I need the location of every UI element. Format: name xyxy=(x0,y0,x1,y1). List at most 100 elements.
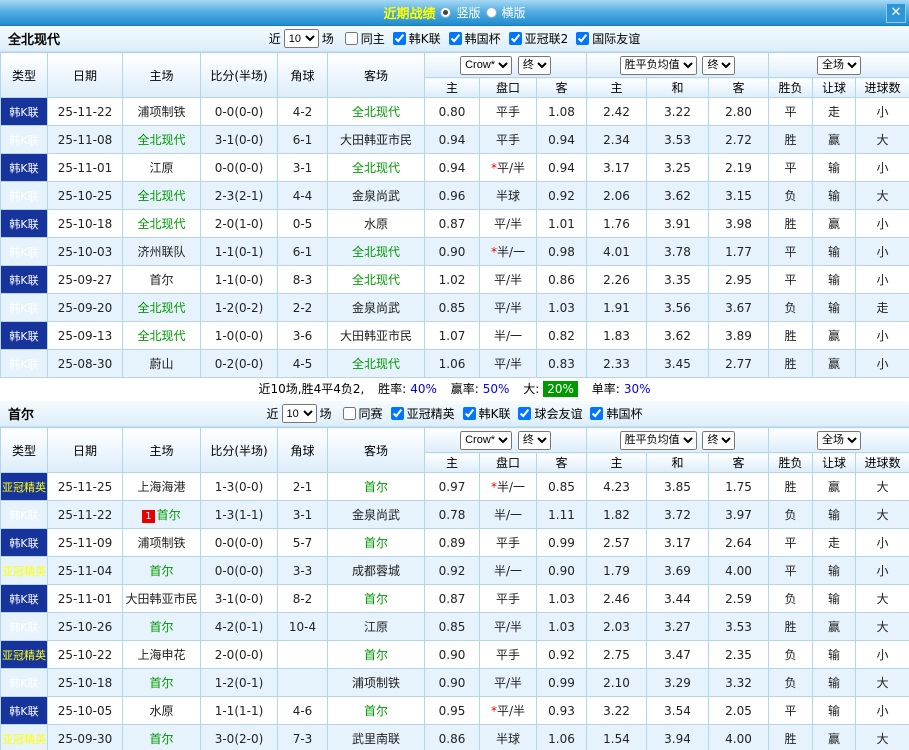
ah-away-odds-cell: 0.99 xyxy=(535,528,588,557)
checkbox-input[interactable] xyxy=(518,407,532,420)
checkbox-input[interactable] xyxy=(448,32,462,45)
filter-checkbox[interactable]: 韩国杯 xyxy=(448,30,501,47)
match-row: 韩K联 25-09-27 首尔 1-1(0-0) 8-3 全北现代 1.02 平/半 0.86 2… xyxy=(0,265,909,294)
away-team-name: 成都蓉城 xyxy=(351,564,400,578)
goals-result-cell: 小 xyxy=(855,237,909,266)
score-cell: 2-0(0-0) xyxy=(200,640,278,669)
ah-away-odds-cell: 0.85 xyxy=(535,472,588,501)
away-team-name: 全北现代 xyxy=(351,273,400,287)
euro-odds-group-header: 胜平负均值 终 xyxy=(586,52,770,78)
score-cell: 1-3(1-1) xyxy=(200,500,278,529)
bookmaker-select[interactable]: Crow* xyxy=(460,430,513,450)
euro-odds-group-header: 胜平负均值 终 xyxy=(586,427,770,453)
checkbox-input[interactable] xyxy=(392,32,406,45)
col-header-away: 客场 xyxy=(327,427,425,473)
corner-cell: 7-3 xyxy=(277,724,328,750)
euro-avg-select[interactable]: 胜平负均值 xyxy=(619,55,697,75)
filter-checkbox[interactable]: 球会友谊 xyxy=(518,405,582,422)
ah-home-odds-cell: 0.90 xyxy=(424,640,480,669)
league-cell: 韩K联 xyxy=(0,612,48,641)
handicap-result-cell: 输 xyxy=(812,153,857,182)
euro-avg-select[interactable]: 胜平负均值 xyxy=(619,430,697,450)
league-cell: 亚冠精英 xyxy=(0,724,48,750)
ah-line-cell: 平手 xyxy=(479,528,537,557)
ah-away-odds-cell: 0.90 xyxy=(535,556,588,585)
horizontal-layout-label[interactable]: 横版 xyxy=(502,4,526,21)
euro-final-select[interactable]: 终 xyxy=(702,430,736,450)
home-team-name: 上海申花 xyxy=(137,648,186,662)
ah-home-odds-cell: 1.02 xyxy=(424,265,480,294)
league-cell: 亚冠精英 xyxy=(0,640,48,669)
ah-away-odds-cell: 1.11 xyxy=(535,500,588,529)
filter-checkbox[interactable]: 亚冠联2 xyxy=(508,30,568,47)
filter-checkbox[interactable]: 国际友谊 xyxy=(576,30,640,47)
score-cell: 1-1(1-1) xyxy=(200,696,278,725)
checkbox-input[interactable] xyxy=(462,407,476,420)
goals-result-cell: 大 xyxy=(855,472,909,501)
profit-rate-value: 50% xyxy=(482,382,510,396)
bookmaker-select[interactable]: Crow* xyxy=(460,55,513,75)
result-group-header: 全场 xyxy=(768,427,909,453)
eu-home-odds-cell: 4.01 xyxy=(586,237,648,266)
ah-final-select[interactable]: 终 xyxy=(517,430,551,450)
vertical-layout-radio[interactable] xyxy=(440,7,452,18)
away-team-cell: 武里南联 xyxy=(327,724,425,750)
checkbox-input[interactable] xyxy=(390,407,404,420)
match-row: 韩K联 25-11-09 浦项制铁 0-0(0-0) 5-7 首尔 0.89 平手 0.99 2.… xyxy=(0,528,909,557)
date-cell: 25-09-27 xyxy=(47,265,123,294)
eu-draw-odds-cell: 3.78 xyxy=(646,237,710,266)
away-team-name: 江原 xyxy=(363,620,388,634)
away-team-cell: 首尔 xyxy=(327,696,425,725)
eu-draw-odds-cell: 3.62 xyxy=(646,181,710,210)
filter-checkbox[interactable]: 同主 xyxy=(344,30,385,47)
home-team-cell: 首尔 xyxy=(122,724,201,750)
checkbox-input[interactable] xyxy=(590,407,604,420)
home-team-name: 浦项制铁 xyxy=(137,536,186,550)
checkbox-input[interactable] xyxy=(342,407,356,420)
fulltime-select[interactable]: 全场 xyxy=(817,55,862,75)
ah-line-cell: 半球 xyxy=(479,724,537,750)
euro-final-select[interactable]: 终 xyxy=(702,55,736,75)
eu-home-odds-cell: 3.17 xyxy=(586,153,648,182)
league-cell: 韩K联 xyxy=(0,125,48,154)
match-row: 韩K联 25-10-05 水原 1-1(1-1) 4-6 首尔 0.95 *平/半 0.93 3.… xyxy=(0,696,909,725)
home-team-cell: 全北现代 xyxy=(122,181,201,210)
filter-checkbox[interactable]: 亚冠精英 xyxy=(390,405,455,422)
handicap-result-cell: 走 xyxy=(812,528,857,557)
match-count-select[interactable]: 10 xyxy=(283,29,319,48)
match-count-select[interactable]: 10 xyxy=(281,404,317,423)
filter-checkbox[interactable]: 韩国杯 xyxy=(590,405,642,422)
ah-line-cell: *平/半 xyxy=(479,153,537,182)
close-icon[interactable]: ✕ xyxy=(886,3,906,23)
home-team-name: 首尔 xyxy=(149,273,174,287)
handicap-result-cell: 输 xyxy=(812,696,857,725)
checkbox-input[interactable] xyxy=(344,32,358,45)
corner-cell xyxy=(277,668,328,697)
ah-away-odds-cell: 0.94 xyxy=(535,153,588,182)
eu-home-odds-cell: 1.79 xyxy=(586,556,648,585)
ah-final-select[interactable]: 终 xyxy=(517,55,551,75)
col-header-score: 比分(半场) xyxy=(200,427,278,473)
filter-checkbox[interactable]: 韩K联 xyxy=(392,30,441,47)
horizontal-layout-radio[interactable] xyxy=(485,7,497,18)
table-header-row-top: 类型 日期 主场 比分(半场) 角球 客场 Crow* 终 胜平负均值 终 全场 xyxy=(0,52,909,98)
ah-line-cell: 平手 xyxy=(479,97,537,126)
checkbox-label: 韩国杯 xyxy=(464,32,501,46)
ah-home-odds-cell: 0.80 xyxy=(424,97,480,126)
filter-checkbox[interactable]: 同赛 xyxy=(342,405,383,422)
fulltime-select[interactable]: 全场 xyxy=(817,430,862,450)
checkbox-input[interactable] xyxy=(576,32,590,45)
away-team-cell: 浦项制铁 xyxy=(327,668,425,697)
eu-draw-odds-cell: 3.53 xyxy=(646,125,710,154)
corner-cell: 3-3 xyxy=(277,556,328,585)
checkbox-label: 韩K联 xyxy=(408,32,441,46)
league-cell: 韩K联 xyxy=(0,237,48,266)
ah-away-odds-cell: 0.94 xyxy=(535,125,588,154)
score-cell: 3-1(0-0) xyxy=(200,125,278,154)
home-team-name: 首尔 xyxy=(149,564,174,578)
filter-checkbox[interactable]: 韩K联 xyxy=(462,405,510,422)
checkbox-input[interactable] xyxy=(508,32,522,45)
vertical-layout-label[interactable]: 竖版 xyxy=(456,4,480,21)
home-team-name: 济州联队 xyxy=(137,245,186,259)
ah-away-odds-cell: 0.86 xyxy=(535,265,588,294)
